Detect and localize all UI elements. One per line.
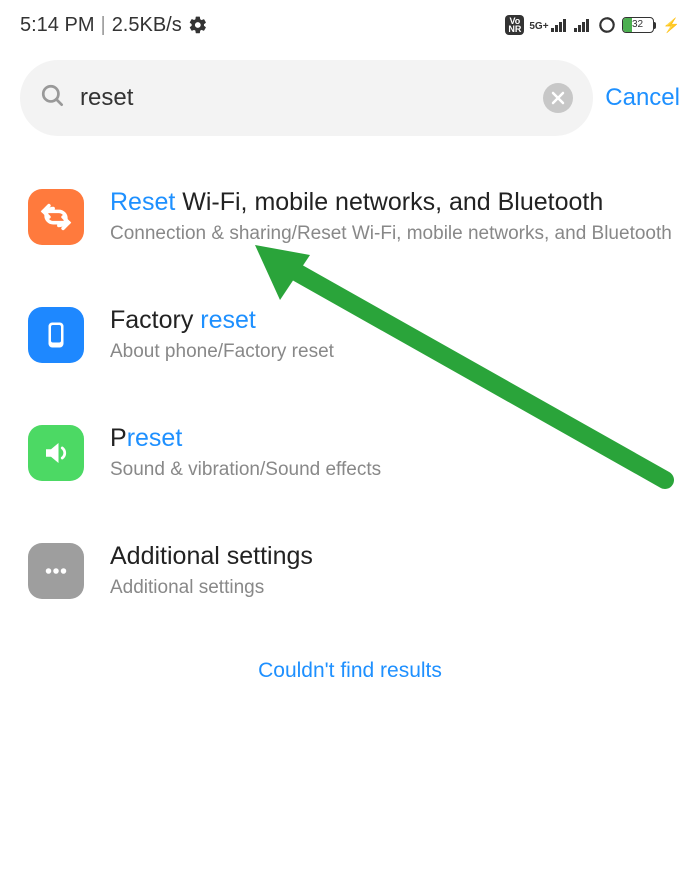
search-box[interactable] [20, 60, 593, 136]
result-title: Factory reset [110, 304, 672, 337]
result-reset-network[interactable]: Reset Wi-Fi, mobile networks, and Blueto… [28, 186, 672, 246]
status-right: VoNR 5G+ 32 ⚡ [505, 15, 680, 35]
result-title: Preset [110, 422, 672, 455]
result-text: Reset Wi-Fi, mobile networks, and Blueto… [110, 186, 672, 246]
search-row: Cancel [0, 50, 700, 146]
result-text: Factory reset About phone/Factory reset [110, 304, 672, 364]
connection-sharing-icon [28, 189, 84, 245]
search-input[interactable] [80, 84, 529, 112]
result-subtitle: Additional settings [110, 575, 672, 601]
status-left: 5:14 PM | 2.5KB/s [20, 14, 208, 37]
result-preset[interactable]: Preset Sound & vibration/Sound effects [28, 422, 672, 482]
result-subtitle: Connection & sharing/Reset Wi-Fi, mobile… [110, 221, 672, 247]
signal-5g: 5G+ [529, 18, 568, 32]
result-factory-reset[interactable]: Factory reset About phone/Factory reset [28, 304, 672, 364]
result-text: Additional settings Additional settings [110, 540, 672, 600]
clear-search-button[interactable] [543, 83, 573, 113]
result-subtitle: About phone/Factory reset [110, 339, 672, 365]
status-time: 5:14 PM [20, 14, 94, 37]
search-results: Reset Wi-Fi, mobile networks, and Blueto… [0, 146, 700, 683]
signal-icon [574, 18, 592, 32]
result-title: Reset Wi-Fi, mobile networks, and Blueto… [110, 186, 672, 219]
no-more-results-label: Couldn't find results [28, 659, 672, 683]
search-icon [40, 83, 66, 114]
battery-indicator: 32 [622, 17, 656, 33]
status-divider: | [100, 14, 105, 37]
status-speed: 2.5KB/s [112, 14, 182, 37]
result-subtitle: Sound & vibration/Sound effects [110, 457, 672, 483]
close-icon [551, 91, 565, 105]
gear-icon [188, 15, 208, 35]
about-phone-icon [28, 307, 84, 363]
result-additional-settings[interactable]: Additional settings Additional settings [28, 540, 672, 600]
result-text: Preset Sound & vibration/Sound effects [110, 422, 672, 482]
vonr-badge: VoNR [505, 15, 524, 35]
cancel-button[interactable]: Cancel [605, 84, 680, 112]
sync-status-icon [597, 15, 617, 35]
status-bar: 5:14 PM | 2.5KB/s VoNR 5G+ 32 ⚡ [0, 0, 700, 50]
additional-settings-icon [28, 543, 84, 599]
sound-icon [28, 425, 84, 481]
charging-icon: ⚡ [663, 17, 680, 34]
result-title: Additional settings [110, 540, 672, 573]
